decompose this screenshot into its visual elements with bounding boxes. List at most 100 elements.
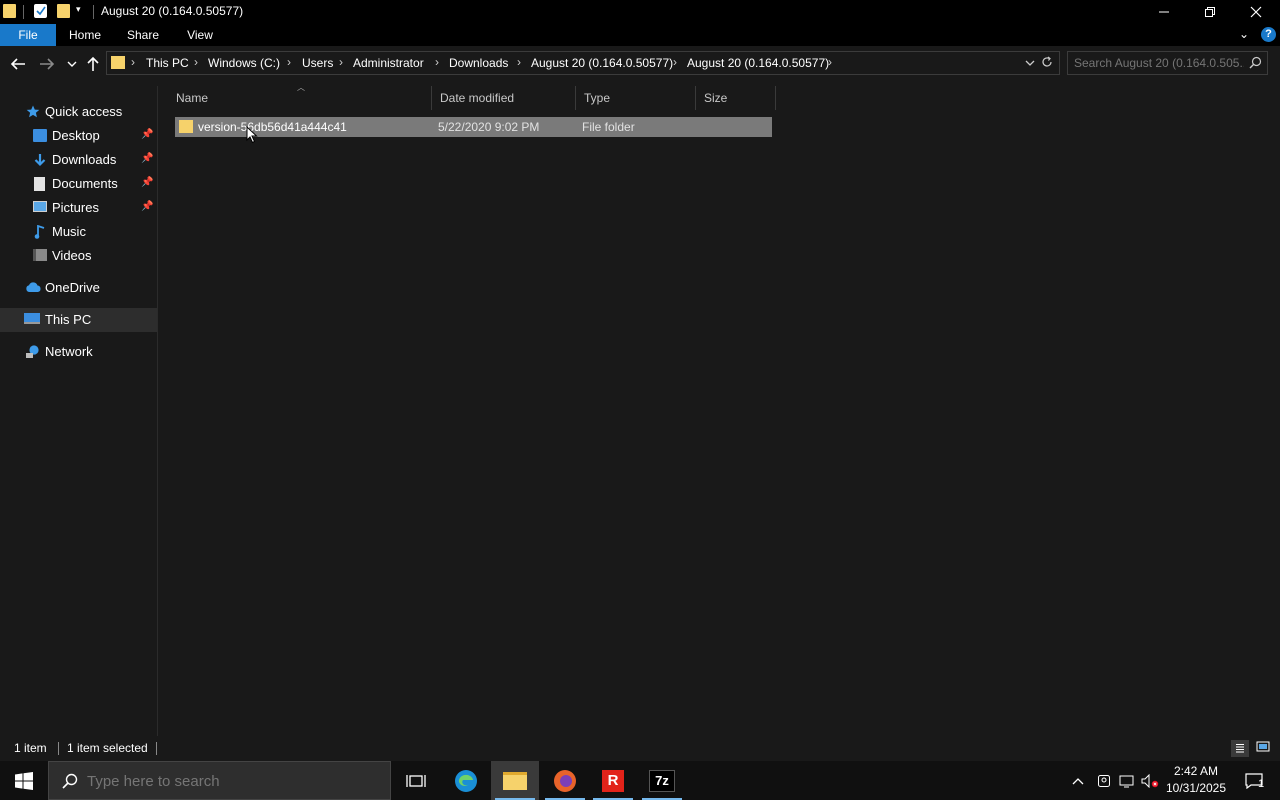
breadcrumb-august-20[interactable]: August 20 (0.164.0.50577) (531, 56, 673, 70)
up-button[interactable] (83, 54, 103, 74)
chevron-right-icon[interactable]: › (517, 55, 521, 69)
nav-label: Desktop (52, 128, 100, 143)
show-hidden-icons-icon[interactable] (1068, 761, 1088, 800)
computer-icon (24, 313, 40, 324)
folder-icon (3, 4, 16, 18)
breadcrumb-users[interactable]: Users (302, 56, 333, 70)
back-button[interactable] (8, 54, 28, 74)
tab-share[interactable]: Share (120, 24, 166, 46)
customize-quick-access-icon[interactable]: ▾ (76, 4, 81, 15)
column-header-date-modified[interactable]: Date modified (432, 86, 576, 110)
meet-now-icon[interactable] (1094, 761, 1114, 800)
new-folder-icon[interactable] (57, 4, 70, 18)
desktop-icon (33, 129, 47, 142)
chevron-right-icon[interactable]: › (828, 55, 832, 69)
divider (93, 5, 94, 19)
nav-label: Downloads (52, 152, 117, 167)
file-name: version-56db56d41a444c41 (198, 120, 347, 134)
address-bar[interactable]: › This PC › Windows (C:) › Users › Admin… (106, 51, 1060, 75)
network-icon (25, 345, 40, 359)
breadcrumb-windows-c[interactable]: Windows (C:) (208, 56, 280, 70)
nav-label: Pictures (52, 200, 99, 215)
pin-icon: 📌 (141, 201, 154, 212)
7zip-icon[interactable]: 7z (638, 761, 686, 800)
notification-count: 1 (1258, 778, 1265, 790)
nav-label: OneDrive (45, 280, 100, 295)
nav-pictures[interactable]: Pictures 📌 (0, 196, 157, 220)
table-row[interactable]: version-56db56d41a444c41 5/22/2020 9:02 … (175, 117, 772, 137)
folder-icon (179, 120, 193, 133)
task-view-icon[interactable] (392, 761, 440, 800)
tab-file[interactable]: File (0, 24, 56, 46)
start-button[interactable] (0, 761, 48, 800)
notification-center-icon[interactable]: 1 (1234, 761, 1274, 800)
pin-icon: 📌 (141, 129, 154, 140)
forward-button[interactable] (37, 54, 57, 74)
mouse-cursor-icon (246, 125, 258, 147)
nav-label: Documents (52, 176, 118, 191)
video-icon (33, 249, 47, 261)
column-header-size[interactable]: Size (696, 86, 776, 110)
restore-button[interactable] (1187, 0, 1233, 24)
close-button[interactable] (1233, 0, 1279, 24)
properties-icon[interactable] (34, 4, 47, 18)
search-input[interactable] (1074, 55, 1244, 71)
folder-icon (111, 56, 125, 69)
breadcrumb-august-20-current[interactable]: August 20 (0.164.0.50577) (687, 56, 829, 70)
chevron-right-icon[interactable]: › (673, 55, 677, 69)
chevron-right-icon[interactable]: › (339, 55, 343, 69)
clock-time: 2:42 AM (1173, 764, 1219, 778)
file-type: File folder (582, 120, 635, 134)
nav-quick-access[interactable]: Quick access (0, 100, 157, 124)
address-history-chevron-down-icon[interactable] (1025, 56, 1035, 70)
refresh-icon[interactable] (1041, 56, 1053, 71)
chevron-right-icon[interactable]: › (287, 55, 291, 69)
taskbar-search-input[interactable] (87, 772, 377, 790)
pictures-icon (33, 201, 47, 212)
ribbon-tabs: File Home Share View ⌄ ? (0, 24, 1280, 46)
download-arrow-icon (33, 153, 47, 167)
breadcrumb-administrator[interactable]: Administrator (353, 56, 424, 70)
roblox-studio-icon[interactable]: R (589, 761, 637, 800)
network-tray-icon[interactable] (1117, 761, 1137, 800)
large-icons-view-icon[interactable] (1256, 741, 1270, 756)
breadcrumb-downloads[interactable]: Downloads (449, 56, 508, 70)
help-icon[interactable]: ? (1261, 27, 1276, 42)
sort-ascending-icon: ︿ (297, 83, 305, 92)
nav-desktop[interactable]: Desktop 📌 (0, 124, 157, 148)
nav-onedrive[interactable]: OneDrive (0, 276, 157, 300)
details-view-icon[interactable] (1231, 740, 1249, 757)
tab-view[interactable]: View (177, 24, 223, 46)
divider (156, 742, 157, 755)
nav-label: Network (45, 344, 93, 359)
column-header-type[interactable]: Type (576, 86, 696, 110)
chevron-right-icon[interactable]: › (131, 55, 135, 69)
taskbar-search-box[interactable] (48, 761, 391, 800)
edge-browser-icon[interactable] (442, 761, 490, 800)
nav-downloads[interactable]: Downloads 📌 (0, 148, 157, 172)
volume-muted-icon[interactable] (1140, 761, 1160, 800)
taskbar: R 7z 2:42 AM 10/31/2025 1 (0, 761, 1280, 800)
nav-music[interactable]: Music (0, 220, 157, 244)
search-icon (1249, 56, 1262, 72)
selection-count: 1 item selected (67, 741, 148, 755)
clock[interactable]: 2:42 AM 10/31/2025 (1160, 763, 1232, 797)
pin-icon: 📌 (141, 177, 154, 188)
file-explorer-icon[interactable] (491, 761, 539, 800)
expand-ribbon-icon[interactable]: ⌄ (1239, 27, 1249, 41)
search-box[interactable] (1067, 51, 1268, 75)
breadcrumb-this-pc[interactable]: This PC (146, 56, 189, 70)
nav-label: Music (52, 224, 86, 239)
minimize-button[interactable] (1141, 0, 1187, 24)
file-list: Name ︿ Date modified Type Size version-5… (158, 83, 1280, 736)
nav-network[interactable]: Network (0, 340, 157, 364)
tab-home[interactable]: Home (62, 24, 108, 46)
recent-locations-button[interactable] (62, 54, 82, 74)
firefox-icon[interactable] (541, 761, 589, 800)
chevron-right-icon[interactable]: › (194, 55, 198, 69)
nav-documents[interactable]: Documents 📌 (0, 172, 157, 196)
divider (58, 742, 59, 755)
nav-videos[interactable]: Videos (0, 244, 157, 268)
chevron-right-icon[interactable]: › (435, 55, 439, 69)
nav-this-pc[interactable]: This PC (0, 308, 157, 332)
